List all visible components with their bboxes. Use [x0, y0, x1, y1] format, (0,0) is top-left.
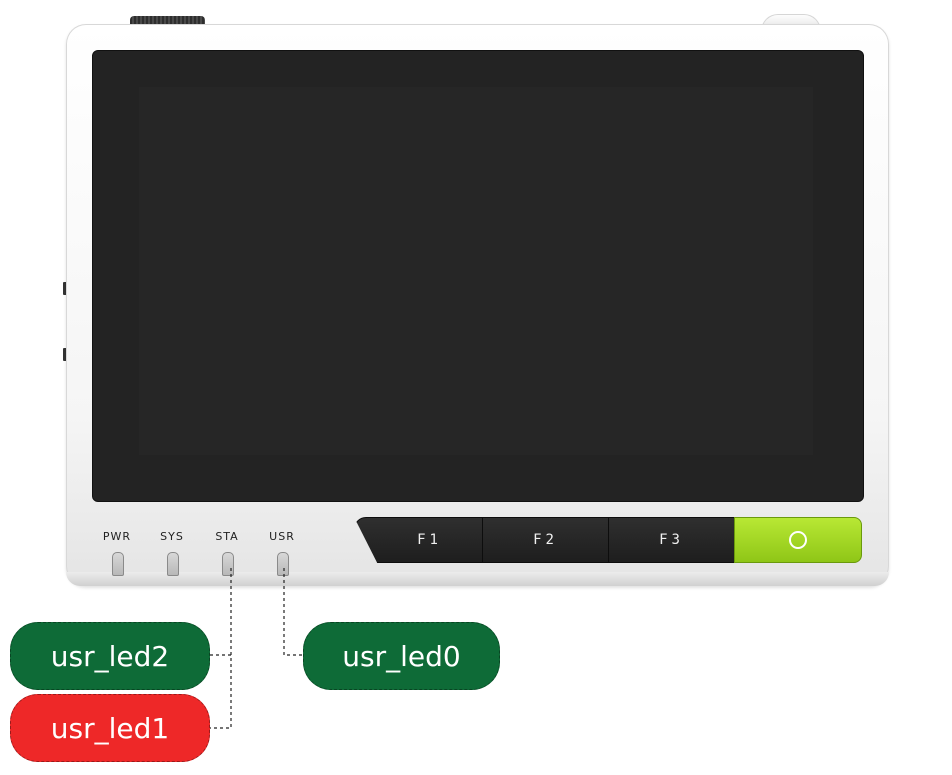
display-screen: [92, 50, 864, 502]
led-label-sys: SYS: [160, 530, 184, 543]
display-active-area: [139, 87, 813, 455]
callout-usr-led1: usr_led1: [10, 694, 210, 762]
led-sys: [167, 552, 179, 576]
led-usr: [277, 552, 289, 576]
led-label-pwr: PWR: [102, 530, 132, 543]
led-label-usr: USR: [269, 530, 295, 543]
device-bottom-edge: [66, 572, 889, 586]
function-button-bar: F1 F2 F3: [354, 517, 862, 563]
led-pwr: [112, 552, 124, 576]
f2-button-label: F2: [533, 532, 558, 548]
f3-button-label: F3: [659, 532, 684, 548]
callout-usr-led0-text: usr_led0: [342, 639, 461, 673]
callout-usr-led1-text: usr_led1: [50, 711, 170, 745]
device-body: PWR SYS STA USR F1 F2 F3: [66, 24, 889, 586]
home-button[interactable]: [734, 517, 862, 563]
callout-usr-led2: usr_led2: [10, 622, 210, 690]
circle-icon: [789, 531, 807, 549]
callout-usr-led2-text: usr_led2: [50, 639, 170, 673]
f2-button[interactable]: F2: [482, 517, 609, 563]
callout-line-sta: [208, 568, 232, 729]
f1-button-label: F1: [417, 532, 442, 548]
f1-button[interactable]: F1: [354, 517, 483, 563]
f3-button[interactable]: F3: [608, 517, 735, 563]
callout-usr-led0: usr_led0: [303, 622, 500, 690]
led-label-sta: STA: [215, 530, 239, 543]
led-sta: [222, 552, 234, 576]
